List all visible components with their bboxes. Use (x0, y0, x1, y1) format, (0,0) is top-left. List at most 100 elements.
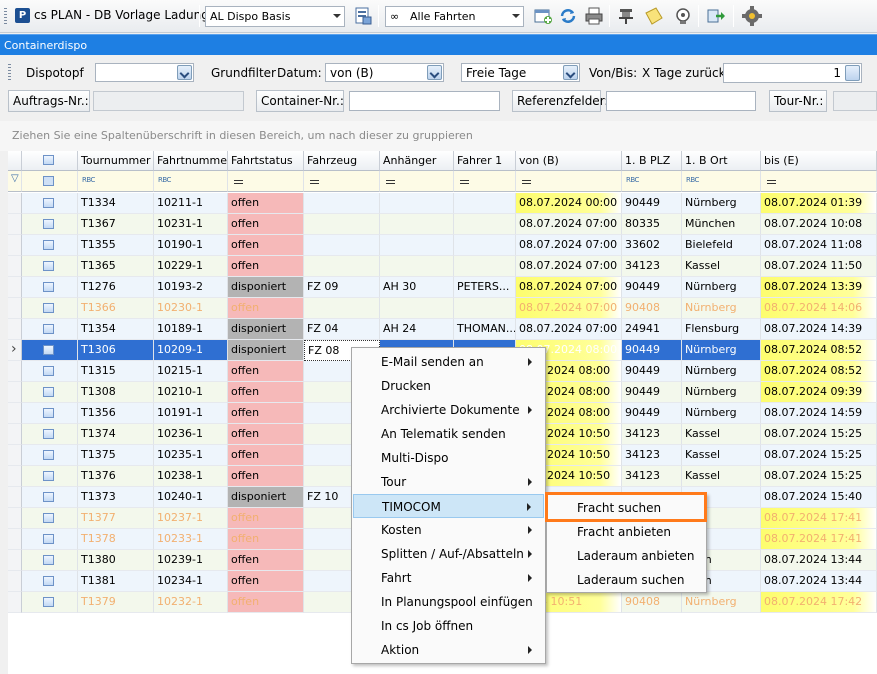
row-checkbox[interactable] (43, 366, 54, 376)
table-cell-tour[interactable]: T1377 (78, 508, 154, 529)
table-cell-tour[interactable]: T1334 (78, 193, 154, 214)
row-checkbox[interactable] (43, 429, 54, 439)
row-checkbox-cell[interactable] (22, 214, 78, 235)
table-cell-von[interactable]: 08.07.2024 07:00 (516, 298, 622, 319)
table-cell-ort[interactable]: Nürnberg (682, 403, 761, 424)
table-cell-bis[interactable]: 08.07.2024 15:25 (761, 466, 877, 487)
table-cell-fz[interactable] (304, 235, 380, 256)
table-cell-bis[interactable]: 08.07.2024 14:06 (761, 298, 877, 319)
table-cell-fahrt[interactable]: 10191-1 (154, 403, 228, 424)
table-cell-status[interactable]: offen (228, 466, 304, 487)
filter-cell[interactable]: RBC (622, 171, 682, 192)
table-cell-status[interactable]: offen (228, 529, 304, 550)
row-checkbox-cell[interactable] (22, 361, 78, 382)
row-checkbox-cell[interactable] (22, 193, 78, 214)
table-cell-plz[interactable]: 80335 (622, 214, 682, 235)
table-cell-fahrer[interactable] (454, 298, 516, 319)
table-cell-fahrt[interactable]: 10189-1 (154, 319, 228, 340)
tour-input[interactable] (833, 91, 877, 111)
context-menu-item[interactable]: In cs Job öffnen (353, 614, 544, 638)
table-cell-bis[interactable]: 08.07.2024 14:39 (761, 319, 877, 340)
table-cell-fahrer[interactable] (454, 214, 516, 235)
context-menu-item[interactable]: TIMOCOM (353, 494, 544, 518)
row-checkbox-cell[interactable] (22, 235, 78, 256)
table-cell-fz[interactable]: FZ 04 (304, 319, 380, 340)
table-cell-tour[interactable]: T1355 (78, 235, 154, 256)
row-checkbox[interactable] (43, 597, 54, 607)
table-cell-fz[interactable] (304, 214, 380, 235)
filter-cell[interactable]: RBC (154, 171, 228, 192)
row-checkbox[interactable] (43, 198, 54, 208)
table-cell-bis[interactable]: 08.07.2024 13:44 (761, 550, 877, 571)
table-cell-von[interactable]: 08.07.2024 00:00 (516, 193, 622, 214)
table-cell-status[interactable]: disponiert (228, 277, 304, 298)
table-cell-bis[interactable]: 08.07.2024 11:50 (761, 256, 877, 277)
table-cell-plz[interactable]: 90449 (622, 361, 682, 382)
row-checkbox-cell[interactable] (22, 403, 78, 424)
table-cell-von[interactable]: 08.07.2024 07:00 (516, 277, 622, 298)
settings-icon[interactable] (672, 5, 694, 27)
table-cell-fahrt[interactable]: 10240-1 (154, 487, 228, 508)
row-checkbox-cell[interactable] (22, 571, 78, 592)
table-cell-bis[interactable]: 08.07.2024 15:40 (761, 487, 877, 508)
table-cell-anh[interactable] (380, 298, 454, 319)
table-cell-fahrt[interactable]: 10233-1 (154, 529, 228, 550)
table-cell-fahrt[interactable]: 10229-1 (154, 256, 228, 277)
table-cell-tour[interactable]: T1306 (78, 340, 154, 361)
table-cell-fz[interactable]: FZ 09 (304, 277, 380, 298)
table-cell-bis[interactable]: 08.07.2024 11:08 (761, 235, 877, 256)
table-cell-ort[interactable]: Kassel (682, 445, 761, 466)
table-cell-plz[interactable]: 90449 (622, 193, 682, 214)
table-cell-status[interactable]: disponiert (228, 487, 304, 508)
row-selector[interactable] (8, 466, 22, 487)
row-checkbox-cell[interactable] (22, 445, 78, 466)
table-cell-fahrer[interactable]: THOMAN... (454, 319, 516, 340)
table-cell-plz[interactable]: 34123 (622, 256, 682, 277)
table-cell-bis[interactable]: 08.07.2024 13:39 (761, 277, 877, 298)
table-cell-plz[interactable]: 90408 (622, 298, 682, 319)
pin-icon[interactable] (615, 5, 637, 27)
row-checkbox[interactable] (43, 513, 54, 523)
table-cell-ort[interactable]: Nürnberg (682, 193, 761, 214)
filter-cell[interactable] (228, 171, 304, 192)
table-cell-fahrt[interactable]: 10210-1 (154, 382, 228, 403)
column-header[interactable]: Fahrtstatus (228, 151, 304, 171)
row-checkbox-cell[interactable] (22, 277, 78, 298)
row-checkbox[interactable] (43, 219, 54, 229)
row-selector[interactable] (8, 214, 22, 235)
filter-cell[interactable]: RBC (682, 171, 761, 192)
table-cell-fahrer[interactable]: PETERS... (454, 277, 516, 298)
row-checkbox[interactable] (43, 450, 54, 460)
context-menu-item[interactable]: Multi-Dispo (353, 446, 544, 470)
table-cell-status[interactable]: offen (228, 361, 304, 382)
table-cell-ort[interactable]: Nürnberg (682, 361, 761, 382)
table-cell-bis[interactable]: 08.07.2024 01:39 (761, 193, 877, 214)
column-header[interactable]: bis (E) (761, 151, 877, 171)
table-cell-status[interactable]: offen (228, 193, 304, 214)
column-header[interactable]: von (B) (516, 151, 622, 171)
row-checkbox-cell[interactable] (22, 256, 78, 277)
row-checkbox-cell[interactable] (22, 592, 78, 613)
row-checkbox-cell[interactable] (22, 466, 78, 487)
header-select-all[interactable] (22, 151, 78, 171)
column-header[interactable]: 1. B PLZ (622, 151, 682, 171)
row-checkbox-cell[interactable] (22, 319, 78, 340)
row-checkbox-cell[interactable] (22, 550, 78, 571)
filter-cell[interactable] (380, 171, 454, 192)
trip-filter-select[interactable]: ∞ Alle Fahrten (385, 6, 524, 27)
table-cell-fahrer[interactable] (454, 235, 516, 256)
table-cell-status[interactable]: offen (228, 256, 304, 277)
table-cell-tour[interactable]: T1366 (78, 298, 154, 319)
table-cell-fz[interactable] (304, 298, 380, 319)
table-cell-status[interactable]: offen (228, 382, 304, 403)
table-cell-fahrt[interactable]: 10230-1 (154, 298, 228, 319)
column-header[interactable]: Anhänger (380, 151, 454, 171)
table-cell-tour[interactable]: T1356 (78, 403, 154, 424)
table-cell-ort[interactable]: Nürnberg (682, 382, 761, 403)
row-selector[interactable] (8, 508, 22, 529)
context-menu-item[interactable]: Fahrt (353, 566, 544, 590)
table-cell-status[interactable]: offen (228, 214, 304, 235)
filter-checkbox[interactable] (43, 176, 54, 186)
table-cell-status[interactable]: disponiert (228, 340, 304, 361)
row-checkbox[interactable] (43, 408, 54, 418)
